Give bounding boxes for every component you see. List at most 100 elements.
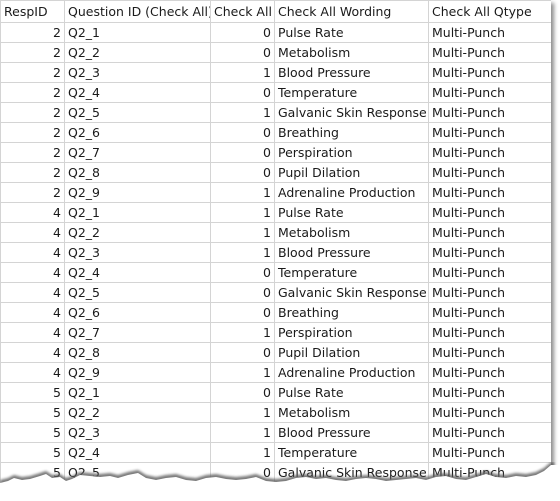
respid-cell[interactable]: 4 [0, 222, 65, 243]
check-all-wording-cell[interactable]: Temperature [274, 442, 429, 463]
question-id-cell[interactable]: Q2_8 [64, 162, 211, 183]
question-id-cell[interactable]: Q2_5 [64, 102, 211, 123]
respid-cell[interactable]: 2 [0, 62, 65, 83]
check-all-qtype-cell[interactable]: Multi-Punch [428, 142, 551, 163]
respid-cell[interactable]: 2 [0, 22, 65, 43]
check-all-cell[interactable]: 1 [210, 222, 275, 243]
check-all-wording-cell[interactable]: Adrenaline Production [274, 362, 429, 383]
check-all-qtype-cell[interactable]: Multi-Punch [428, 182, 551, 203]
respid-cell[interactable]: 4 [0, 242, 65, 263]
check-all-cell[interactable]: 0 [210, 262, 275, 283]
check-all-qtype-cell[interactable]: Multi-Punch [428, 102, 551, 123]
check-all-qtype-cell[interactable]: Multi-Punch [428, 422, 551, 443]
check-all-cell[interactable]: 0 [210, 162, 275, 183]
check-all-wording-cell[interactable]: Pulse Rate [274, 22, 429, 43]
check-all-cell[interactable]: 0 [210, 82, 275, 103]
question-id-cell[interactable]: Q2_6 [64, 302, 211, 323]
respid-cell[interactable]: 5 [0, 442, 65, 463]
check-all-wording-cell[interactable]: Blood Pressure [274, 242, 429, 263]
check-all-cell[interactable]: 1 [210, 182, 275, 203]
check-all-wording-cell[interactable]: Breathing [274, 302, 429, 323]
check-all-cell[interactable]: 0 [210, 142, 275, 163]
question-id-cell[interactable]: Q2_3 [64, 422, 211, 443]
question-id-cell[interactable]: Q2_2 [64, 402, 211, 423]
check-all-qtype-cell[interactable]: Multi-Punch [428, 122, 551, 143]
check-all-wording-cell[interactable]: Blood Pressure [274, 62, 429, 83]
question-id-cell[interactable]: Q2_1 [64, 202, 211, 223]
check-all-cell[interactable]: 1 [210, 202, 275, 223]
check-all-cell[interactable]: 0 [210, 22, 275, 43]
check-all-qtype-cell[interactable]: Multi-Punch [428, 162, 551, 183]
check-all-cell[interactable]: 0 [210, 382, 275, 403]
check-all-cell[interactable]: 1 [210, 322, 275, 343]
check-all-qtype-cell[interactable]: Multi-Punch [428, 322, 551, 343]
check-all-wording-cell[interactable]: Breathing [274, 122, 429, 143]
check-all-cell[interactable]: 0 [210, 122, 275, 143]
check-all-qtype-cell[interactable]: Multi-Punch [428, 282, 551, 303]
question-id-cell[interactable]: Q2_1 [64, 22, 211, 43]
check-all-wording-cell[interactable]: Metabolism [274, 402, 429, 423]
question-id-cell[interactable]: Q2_9 [64, 182, 211, 203]
check-all-qtype-cell[interactable]: Multi-Punch [428, 442, 551, 463]
respid-cell[interactable]: 2 [0, 42, 65, 63]
check-all-cell[interactable]: 1 [210, 422, 275, 443]
check-all-cell[interactable]: 1 [210, 102, 275, 123]
check-all-cell[interactable]: 1 [210, 62, 275, 83]
respid-cell[interactable]: 4 [0, 302, 65, 323]
question-id-cell[interactable]: Q2_2 [64, 42, 211, 63]
check-all-cell[interactable]: 0 [210, 302, 275, 323]
respid-cell[interactable]: 5 [0, 422, 65, 443]
check-all-qtype-cell[interactable]: Multi-Punch [428, 342, 551, 363]
respid-cell[interactable]: 2 [0, 182, 65, 203]
check-all-wording-cell[interactable]: Galvanic Skin Response [274, 102, 429, 123]
question-id-cell[interactable]: Q2_4 [64, 82, 211, 103]
question-id-cell[interactable]: Q2_2 [64, 222, 211, 243]
check-all-cell[interactable]: 0 [210, 282, 275, 303]
respid-cell[interactable]: 2 [0, 102, 65, 123]
header-question-id[interactable]: Question ID (Check All) [64, 0, 211, 23]
respid-cell[interactable]: 5 [0, 382, 65, 403]
respid-cell[interactable]: 4 [0, 262, 65, 283]
question-id-cell[interactable]: Q2_6 [64, 122, 211, 143]
respid-cell[interactable]: 2 [0, 162, 65, 183]
check-all-wording-cell[interactable]: Perspiration [274, 142, 429, 163]
check-all-qtype-cell[interactable]: Multi-Punch [428, 42, 551, 63]
header-check-all-wording[interactable]: Check All Wording [274, 0, 429, 23]
check-all-wording-cell[interactable]: Pulse Rate [274, 382, 429, 403]
check-all-qtype-cell[interactable]: Multi-Punch [428, 62, 551, 83]
header-check-all[interactable]: Check All [210, 0, 275, 23]
check-all-qtype-cell[interactable]: Multi-Punch [428, 402, 551, 423]
respid-cell[interactable]: 4 [0, 362, 65, 383]
respid-cell[interactable]: 4 [0, 202, 65, 223]
check-all-wording-cell[interactable]: Pulse Rate [274, 202, 429, 223]
check-all-wording-cell[interactable]: Temperature [274, 262, 429, 283]
check-all-wording-cell[interactable]: Pupil Dilation [274, 342, 429, 363]
respid-cell[interactable]: 4 [0, 322, 65, 343]
header-respid[interactable]: RespID [0, 0, 65, 23]
check-all-qtype-cell[interactable]: Multi-Punch [428, 82, 551, 103]
header-check-all-qtype[interactable]: Check All Qtype [428, 0, 551, 23]
question-id-cell[interactable]: Q2_7 [64, 142, 211, 163]
question-id-cell[interactable]: Q2_4 [64, 442, 211, 463]
check-all-wording-cell[interactable]: Adrenaline Production [274, 182, 429, 203]
check-all-qtype-cell[interactable]: Multi-Punch [428, 262, 551, 283]
question-id-cell[interactable]: Q2_1 [64, 382, 211, 403]
check-all-qtype-cell[interactable]: Multi-Punch [428, 362, 551, 383]
check-all-qtype-cell[interactable]: Multi-Punch [428, 382, 551, 403]
check-all-wording-cell[interactable]: Metabolism [274, 42, 429, 63]
check-all-cell[interactable]: 1 [210, 362, 275, 383]
respid-cell[interactable]: 2 [0, 142, 65, 163]
respid-cell[interactable]: 4 [0, 282, 65, 303]
respid-cell[interactable]: 2 [0, 122, 65, 143]
check-all-qtype-cell[interactable]: Multi-Punch [428, 22, 551, 43]
respid-cell[interactable]: 2 [0, 82, 65, 103]
check-all-wording-cell[interactable]: Galvanic Skin Response [274, 282, 429, 303]
check-all-cell[interactable]: 1 [210, 402, 275, 423]
check-all-qtype-cell[interactable]: Multi-Punch [428, 202, 551, 223]
check-all-wording-cell[interactable]: Metabolism [274, 222, 429, 243]
check-all-cell[interactable]: 1 [210, 242, 275, 263]
question-id-cell[interactable]: Q2_9 [64, 362, 211, 383]
check-all-cell[interactable]: 1 [210, 442, 275, 463]
question-id-cell[interactable]: Q2_5 [64, 282, 211, 303]
check-all-qtype-cell[interactable]: Multi-Punch [428, 302, 551, 323]
